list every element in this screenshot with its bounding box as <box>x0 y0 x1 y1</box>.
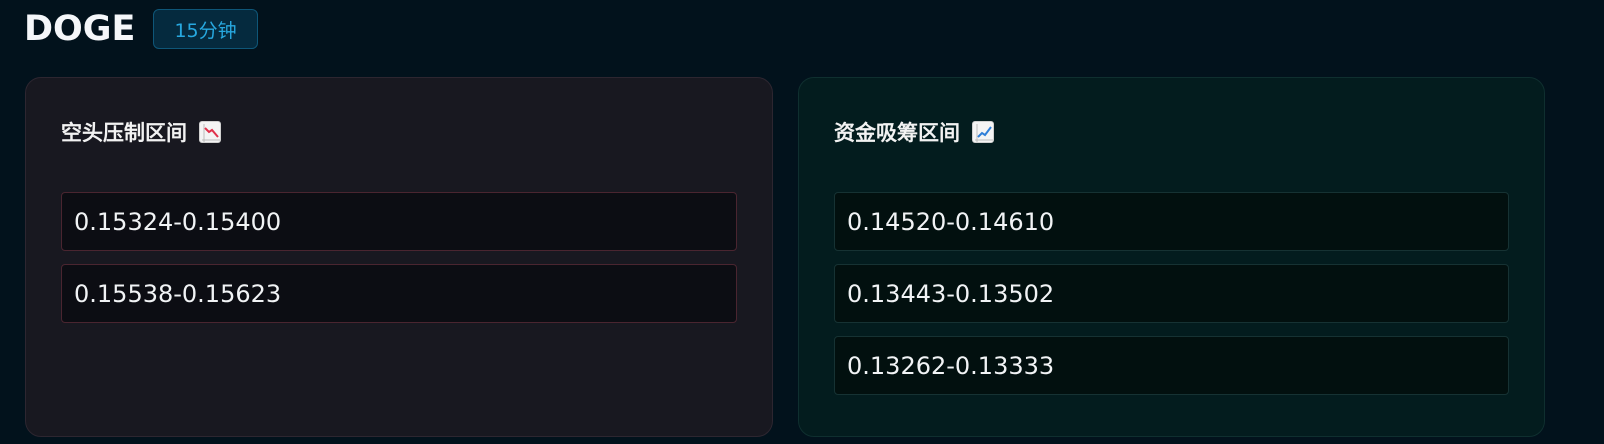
bull-panel-title: 资金吸筹区间 <box>834 117 994 147</box>
bull-range-1: 0.14520-0.14610 <box>834 192 1509 251</box>
bull-accumulation-panel: 资金吸筹区间 0.14520-0.14610 0.13443-0.13502 0… <box>798 77 1545 437</box>
bear-panel-title-text: 空头压制区间 <box>61 121 187 145</box>
bear-panel-title: 空头压制区间 <box>61 117 221 147</box>
bear-range-1: 0.15324-0.15400 <box>61 192 737 251</box>
header: DOGE 15分钟 <box>24 8 258 50</box>
chart-increasing-icon <box>972 121 994 143</box>
symbol-title: DOGE <box>24 9 136 49</box>
timeframe-badge[interactable]: 15分钟 <box>153 9 258 49</box>
bull-range-3: 0.13262-0.13333 <box>834 336 1509 395</box>
chart-decreasing-icon <box>199 121 221 143</box>
bear-pressure-panel: 空头压制区间 0.15324-0.15400 0.15538-0.15623 <box>25 77 773 437</box>
bear-range-2: 0.15538-0.15623 <box>61 264 737 323</box>
bull-range-2: 0.13443-0.13502 <box>834 264 1509 323</box>
bull-panel-title-text: 资金吸筹区间 <box>834 121 960 145</box>
